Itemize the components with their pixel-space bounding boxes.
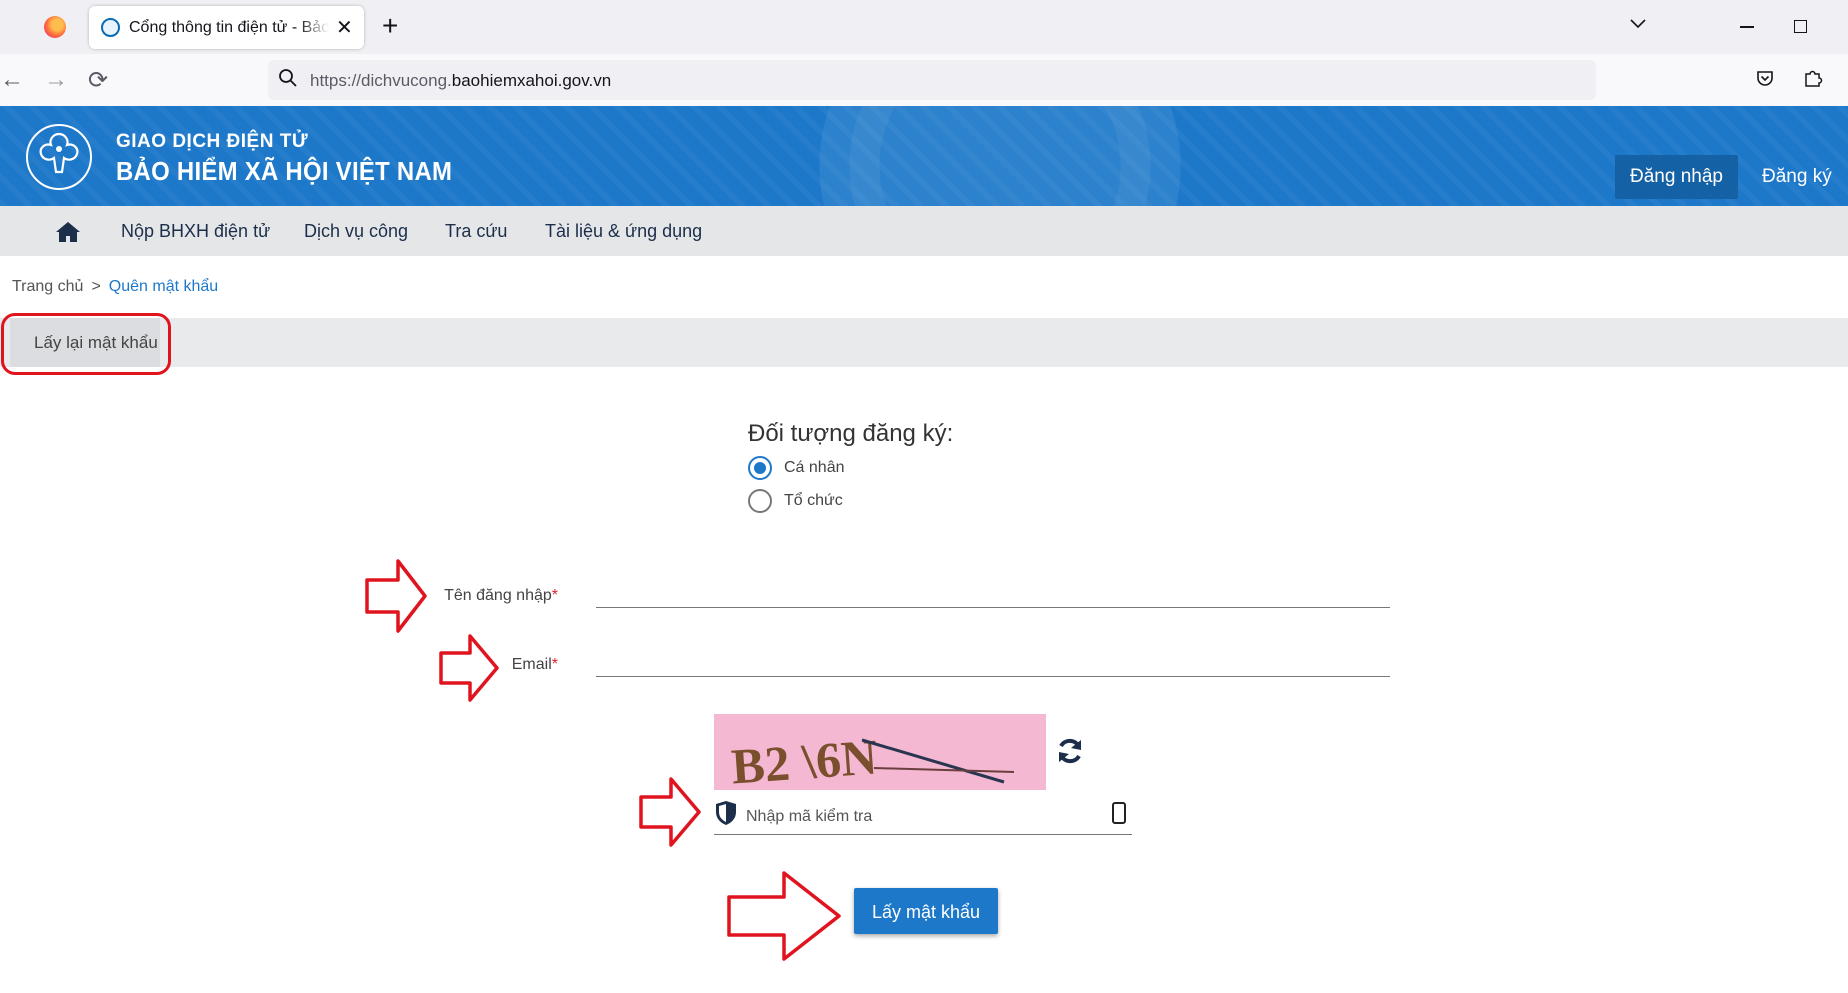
home-icon[interactable] <box>55 220 81 244</box>
breadcrumb-current[interactable]: Quên mật khẩu <box>109 278 218 295</box>
radio-ca-nhan-label[interactable]: Cá nhân <box>784 459 845 477</box>
radio-to-chuc-label[interactable]: Tổ chức <box>784 492 843 510</box>
bhxh-logo-icon[interactable] <box>24 122 94 192</box>
radio-to-chuc[interactable] <box>748 489 772 513</box>
menu-item-tra-cuu[interactable]: Tra cứu <box>445 221 507 242</box>
subject-type-label: Đối tượng đăng ký: <box>748 420 954 447</box>
breadcrumb: Trang chủ > Quên mật khẩu <box>12 278 218 296</box>
breadcrumb-home[interactable]: Trang chủ <box>12 278 83 295</box>
annotation-arrow-icon <box>727 871 841 961</box>
window-minimize-button[interactable] <box>1740 26 1754 28</box>
captcha-input[interactable] <box>746 808 1106 826</box>
captcha-refresh-icon[interactable] <box>1055 736 1085 766</box>
tab-title: Cổng thông tin điện tử - Bảo hiểm xã hội… <box>129 19 329 36</box>
captcha-text: B2 \6N <box>729 728 878 790</box>
url-text: https://dichvucong.baohiemxahoi.gov.vn <box>310 71 612 90</box>
annotation-highlight-box <box>1 313 171 375</box>
tab-close-icon[interactable]: ✕ <box>336 15 353 40</box>
main-menu: Nộp BHXH điện tử Dịch vụ công Tra cứu Tà… <box>0 206 1848 256</box>
menu-item-nop-bhxh[interactable]: Nộp BHXH điện tử <box>121 221 270 242</box>
radio-ca-nhan[interactable] <box>748 456 772 480</box>
menu-item-dich-vu-cong[interactable]: Dịch vụ công <box>304 221 408 242</box>
extensions-puzzle-icon[interactable] <box>1802 66 1824 88</box>
get-password-button[interactable]: Lấy mật khẩu <box>854 888 998 934</box>
phone-icon <box>1112 802 1126 824</box>
reload-icon[interactable]: ⟳ <box>88 66 108 95</box>
firefox-icon[interactable] <box>44 16 66 38</box>
forward-arrow-icon[interactable]: → <box>44 66 68 94</box>
site-favicon-icon <box>101 18 120 37</box>
username-input[interactable] <box>596 607 1390 608</box>
register-link[interactable]: Đăng ký <box>1762 155 1832 199</box>
new-tab-button[interactable]: + <box>382 10 398 42</box>
site-header: GIAO DỊCH ĐIỆN TỬ BẢO HIỂM XÃ HỘI VIỆT N… <box>0 106 1848 206</box>
username-label: Tên đăng nhập* <box>444 587 558 604</box>
captcha-input-underline <box>714 834 1132 835</box>
captcha-image: B2 \6N <box>714 714 1046 790</box>
back-arrow-icon[interactable]: ← <box>0 66 24 94</box>
email-input[interactable] <box>596 676 1390 677</box>
browser-nav-bar: ← → ⟳ https://dichvucong.baohiemxahoi.go… <box>0 54 1848 107</box>
annotation-arrow-icon <box>439 634 499 702</box>
pocket-icon[interactable] <box>1755 68 1775 88</box>
header-line-2: BẢO HIỂM XÃ HỘI VIỆT NAM <box>116 156 453 186</box>
menu-item-tai-lieu[interactable]: Tài liệu & ứng dụng <box>545 221 702 242</box>
window-maximize-button[interactable] <box>1794 20 1807 33</box>
annotation-arrow-icon <box>365 559 427 633</box>
search-icon <box>279 69 297 87</box>
page-title-band: Lấy lại mật khẩu <box>0 318 1848 367</box>
tab-list-chevron-icon[interactable] <box>1629 14 1647 35</box>
header-line-1: GIAO DỊCH ĐIỆN TỬ <box>116 131 309 152</box>
login-button[interactable]: Đăng nhập <box>1615 155 1738 199</box>
url-bar[interactable]: https://dichvucong.baohiemxahoi.gov.vn <box>268 60 1596 100</box>
browser-tab-bar: Cổng thông tin điện tử - Bảo hiểm xã hội… <box>0 0 1848 54</box>
browser-tab[interactable]: Cổng thông tin điện tử - Bảo hiểm xã hội… <box>89 6 364 49</box>
annotation-arrow-icon <box>639 777 701 847</box>
shield-icon <box>716 801 736 825</box>
breadcrumb-separator: > <box>91 278 101 295</box>
